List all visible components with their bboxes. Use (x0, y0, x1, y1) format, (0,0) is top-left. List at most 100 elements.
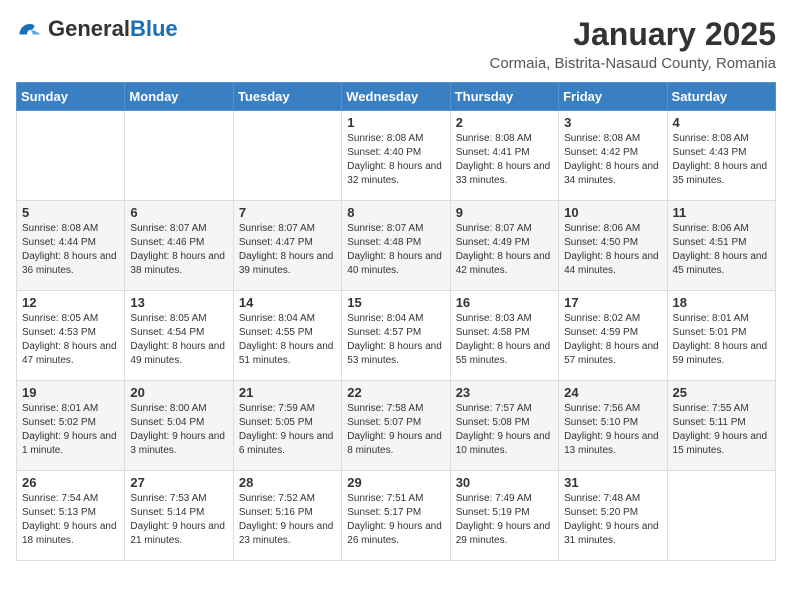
weekday-header: Tuesday (233, 83, 341, 111)
weekday-header: Thursday (450, 83, 558, 111)
calendar-week-row: 26 Sunrise: 7:54 AM Sunset: 5:13 PM Dayli… (17, 471, 776, 561)
day-info: Sunrise: 8:07 AM Sunset: 4:48 PM Dayligh… (347, 222, 444, 278)
calendar-week-row: 12 Sunrise: 8:05 AM Sunset: 4:53 PM Dayli… (17, 291, 776, 381)
day-number: 26 (22, 475, 119, 490)
day-number: 27 (130, 475, 227, 490)
page-header: GeneralBlue January 2025 Cormaia, Bistri… (16, 16, 776, 72)
day-info: Sunrise: 7:49 AM Sunset: 5:19 PM Dayligh… (456, 492, 553, 548)
day-info: Sunrise: 8:08 AM Sunset: 4:44 PM Dayligh… (22, 222, 119, 278)
day-info: Sunrise: 8:07 AM Sunset: 4:49 PM Dayligh… (456, 222, 553, 278)
day-number: 13 (130, 295, 227, 310)
day-info: Sunrise: 7:54 AM Sunset: 5:13 PM Dayligh… (22, 492, 119, 548)
logo-general: General (48, 16, 130, 41)
day-info: Sunrise: 8:04 AM Sunset: 4:57 PM Dayligh… (347, 312, 444, 368)
calendar-cell: 31 Sunrise: 7:48 AM Sunset: 5:20 PM Dayli… (559, 471, 667, 561)
day-number: 23 (456, 385, 553, 400)
weekday-header: Friday (559, 83, 667, 111)
calendar-cell: 30 Sunrise: 7:49 AM Sunset: 5:19 PM Dayli… (450, 471, 558, 561)
calendar-cell: 11 Sunrise: 8:06 AM Sunset: 4:51 PM Dayli… (667, 201, 775, 291)
logo-text: GeneralBlue (48, 16, 178, 42)
calendar-cell: 19Sunrise: 8:01 AM Sunset: 5:02 PM Dayli… (17, 381, 125, 471)
calendar-cell: 9 Sunrise: 8:07 AM Sunset: 4:49 PM Daylig… (450, 201, 558, 291)
day-number: 3 (564, 115, 661, 130)
day-number: 24 (564, 385, 661, 400)
day-number: 21 (239, 385, 336, 400)
day-info: Sunrise: 8:06 AM Sunset: 4:51 PM Dayligh… (673, 222, 770, 278)
day-info: Sunrise: 8:00 AM Sunset: 5:04 PM Dayligh… (130, 402, 227, 458)
calendar-week-row: 1Sunrise: 8:08 AM Sunset: 4:40 PM Daylig… (17, 111, 776, 201)
day-number: 2 (456, 115, 553, 130)
calendar-cell: 2 Sunrise: 8:08 AM Sunset: 4:41 PM Daylig… (450, 111, 558, 201)
day-info: Sunrise: 8:05 AM Sunset: 4:53 PM Dayligh… (22, 312, 119, 368)
logo: GeneralBlue (16, 16, 178, 42)
day-number: 20 (130, 385, 227, 400)
day-number: 6 (130, 205, 227, 220)
calendar-cell: 10 Sunrise: 8:06 AM Sunset: 4:50 PM Dayli… (559, 201, 667, 291)
calendar-cell: 16 Sunrise: 8:03 AM Sunset: 4:58 PM Dayli… (450, 291, 558, 381)
day-number: 17 (564, 295, 661, 310)
calendar-body: 1Sunrise: 8:08 AM Sunset: 4:40 PM Daylig… (17, 111, 776, 561)
calendar-cell (667, 471, 775, 561)
day-number: 5 (22, 205, 119, 220)
calendar-cell: 25Sunrise: 7:55 AM Sunset: 5:11 PM Dayli… (667, 381, 775, 471)
calendar-cell: 28 Sunrise: 7:52 AM Sunset: 5:16 PM Dayli… (233, 471, 341, 561)
day-number: 10 (564, 205, 661, 220)
day-number: 28 (239, 475, 336, 490)
day-info: Sunrise: 8:02 AM Sunset: 4:59 PM Dayligh… (564, 312, 661, 368)
calendar-cell: 29 Sunrise: 7:51 AM Sunset: 5:17 PM Dayli… (342, 471, 450, 561)
day-info: Sunrise: 7:56 AM Sunset: 5:10 PM Dayligh… (564, 402, 661, 458)
day-info: Sunrise: 8:08 AM Sunset: 4:40 PM Dayligh… (347, 132, 444, 188)
weekday-header: Saturday (667, 83, 775, 111)
day-info: Sunrise: 8:07 AM Sunset: 4:46 PM Dayligh… (130, 222, 227, 278)
day-info: Sunrise: 7:59 AM Sunset: 5:05 PM Dayligh… (239, 402, 336, 458)
day-number: 14 (239, 295, 336, 310)
day-info: Sunrise: 8:03 AM Sunset: 4:58 PM Dayligh… (456, 312, 553, 368)
day-info: Sunrise: 7:53 AM Sunset: 5:14 PM Dayligh… (130, 492, 227, 548)
day-info: Sunrise: 7:48 AM Sunset: 5:20 PM Dayligh… (564, 492, 661, 548)
day-number: 15 (347, 295, 444, 310)
calendar-cell: 1Sunrise: 8:08 AM Sunset: 4:40 PM Daylig… (342, 111, 450, 201)
calendar-cell: 5 Sunrise: 8:08 AM Sunset: 4:44 PM Daylig… (17, 201, 125, 291)
day-info: Sunrise: 8:08 AM Sunset: 4:42 PM Dayligh… (564, 132, 661, 188)
day-number: 29 (347, 475, 444, 490)
day-number: 9 (456, 205, 553, 220)
calendar-table: SundayMondayTuesdayWednesdayThursdayFrid… (16, 82, 776, 561)
day-number: 7 (239, 205, 336, 220)
calendar-week-row: 5 Sunrise: 8:08 AM Sunset: 4:44 PM Daylig… (17, 201, 776, 291)
weekday-header: Sunday (17, 83, 125, 111)
day-number: 11 (673, 205, 770, 220)
calendar-cell: 13 Sunrise: 8:05 AM Sunset: 4:54 PM Dayli… (125, 291, 233, 381)
day-info: Sunrise: 8:08 AM Sunset: 4:43 PM Dayligh… (673, 132, 770, 188)
calendar-cell: 24 Sunrise: 7:56 AM Sunset: 5:10 PM Dayli… (559, 381, 667, 471)
day-number: 22 (347, 385, 444, 400)
day-number: 30 (456, 475, 553, 490)
day-number: 12 (22, 295, 119, 310)
calendar-cell: 4Sunrise: 8:08 AM Sunset: 4:43 PM Daylig… (667, 111, 775, 201)
calendar-cell: 8 Sunrise: 8:07 AM Sunset: 4:48 PM Daylig… (342, 201, 450, 291)
day-info: Sunrise: 7:52 AM Sunset: 5:16 PM Dayligh… (239, 492, 336, 548)
day-info: Sunrise: 8:05 AM Sunset: 4:54 PM Dayligh… (130, 312, 227, 368)
day-info: Sunrise: 7:58 AM Sunset: 5:07 PM Dayligh… (347, 402, 444, 458)
logo-icon (16, 21, 44, 39)
day-info: Sunrise: 7:51 AM Sunset: 5:17 PM Dayligh… (347, 492, 444, 548)
calendar-title: January 2025 (489, 16, 776, 53)
day-info: Sunrise: 8:08 AM Sunset: 4:41 PM Dayligh… (456, 132, 553, 188)
day-info: Sunrise: 8:01 AM Sunset: 5:02 PM Dayligh… (22, 402, 119, 458)
calendar-cell: 18Sunrise: 8:01 AM Sunset: 5:01 PM Dayli… (667, 291, 775, 381)
calendar-cell: 14Sunrise: 8:04 AM Sunset: 4:55 PM Dayli… (233, 291, 341, 381)
calendar-cell (125, 111, 233, 201)
day-number: 16 (456, 295, 553, 310)
day-info: Sunrise: 8:01 AM Sunset: 5:01 PM Dayligh… (673, 312, 770, 368)
calendar-cell: 17 Sunrise: 8:02 AM Sunset: 4:59 PM Dayli… (559, 291, 667, 381)
day-number: 31 (564, 475, 661, 490)
calendar-cell: 22 Sunrise: 7:58 AM Sunset: 5:07 PM Dayli… (342, 381, 450, 471)
calendar-cell: 27 Sunrise: 7:53 AM Sunset: 5:14 PM Dayli… (125, 471, 233, 561)
calendar-cell: 26 Sunrise: 7:54 AM Sunset: 5:13 PM Dayli… (17, 471, 125, 561)
calendar-cell: 15 Sunrise: 8:04 AM Sunset: 4:57 PM Dayli… (342, 291, 450, 381)
calendar-cell: 23Sunrise: 7:57 AM Sunset: 5:08 PM Dayli… (450, 381, 558, 471)
day-info: Sunrise: 8:06 AM Sunset: 4:50 PM Dayligh… (564, 222, 661, 278)
calendar-cell: 3 Sunrise: 8:08 AM Sunset: 4:42 PM Daylig… (559, 111, 667, 201)
calendar-week-row: 19Sunrise: 8:01 AM Sunset: 5:02 PM Dayli… (17, 381, 776, 471)
weekday-header: Monday (125, 83, 233, 111)
day-number: 8 (347, 205, 444, 220)
